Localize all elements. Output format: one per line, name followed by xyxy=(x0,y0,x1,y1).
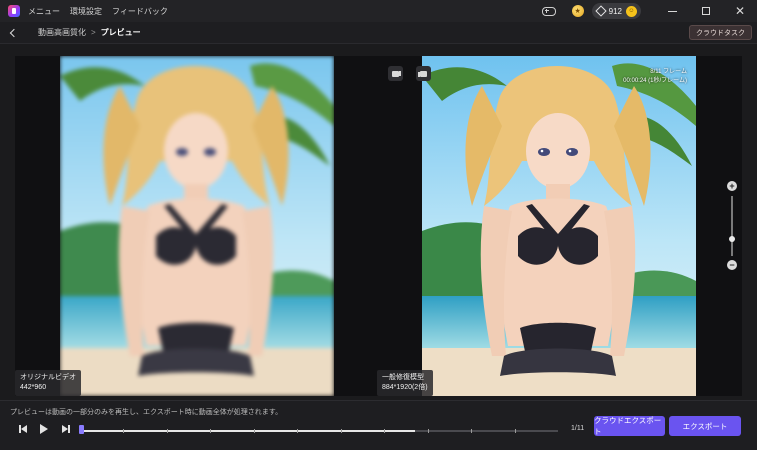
credits-value: 912 xyxy=(608,6,622,16)
page-title: プレビュー xyxy=(100,28,141,37)
timeline-tick xyxy=(210,429,212,433)
original-video-preview xyxy=(60,56,334,396)
next-frame-icon xyxy=(68,425,70,433)
original-resolution: 442*960 xyxy=(20,384,47,391)
avatar: ☺ xyxy=(626,5,637,17)
zoom-in-button[interactable]: + xyxy=(727,181,737,191)
playback-bar: プレビューは動画の一部分のみを再生し、エクスポート時に動画全体が処理されます。 … xyxy=(0,400,757,450)
timeline-tick xyxy=(297,429,299,433)
export-button[interactable]: エクスポート xyxy=(669,416,741,436)
timeline-tick xyxy=(340,429,342,433)
timeline-tick xyxy=(123,429,125,433)
chevron-left-icon xyxy=(9,28,19,37)
play-button[interactable] xyxy=(38,423,50,435)
maximize-button[interactable] xyxy=(689,0,723,22)
enhanced-frame-image xyxy=(422,56,696,396)
enhanced-video-preview xyxy=(422,56,696,396)
gamepad-icon[interactable] xyxy=(541,6,556,16)
thumbs-down-icon xyxy=(392,70,399,77)
back-button[interactable] xyxy=(0,22,24,44)
timeline-tick xyxy=(253,429,255,433)
timeline-playhead[interactable] xyxy=(79,425,84,434)
breadcrumb: 動画高画質化 > プレビュー クラウドタスク xyxy=(0,22,757,44)
original-resolution-tag: オリジナルビデオ 442*960 xyxy=(15,370,81,396)
title-bar-right: ★ 912 ☺ ✕ xyxy=(541,0,757,22)
cloud-task-button[interactable]: クラウドタスク xyxy=(689,25,752,40)
menu-item-menu[interactable]: メニュー xyxy=(28,6,60,17)
breadcrumb-parent[interactable]: 動画高画質化 xyxy=(38,27,86,38)
close-button[interactable]: ✕ xyxy=(723,0,757,22)
timeline-progress xyxy=(80,430,415,432)
thumbs-up-icon xyxy=(418,70,427,77)
previous-frame-button[interactable] xyxy=(17,423,29,435)
timeline-tick xyxy=(166,429,168,433)
enhanced-resolution-tag: 一般修復模型 884*1920(2倍) xyxy=(377,370,433,396)
preview-note: プレビューは動画の一部分のみを再生し、エクスポート時に動画全体が処理されます。 xyxy=(10,409,283,416)
maximize-icon xyxy=(702,7,710,15)
minimize-icon xyxy=(667,10,677,12)
timeline-tick xyxy=(384,429,386,433)
diamond-icon xyxy=(594,5,607,17)
next-frame-button[interactable] xyxy=(60,423,72,435)
timeline-tick xyxy=(427,429,429,433)
original-frame-image xyxy=(60,56,334,396)
zoom-out-button[interactable]: − xyxy=(727,260,737,270)
cloud-export-button[interactable]: クラウドエクスポート xyxy=(594,416,665,436)
menu-item-feedback[interactable]: フィードバック xyxy=(112,6,168,17)
timeline-tick xyxy=(471,429,473,433)
play-icon xyxy=(40,424,48,434)
app-logo-icon xyxy=(8,5,20,17)
frame-counter: 1/11 xyxy=(571,425,585,432)
close-icon: ✕ xyxy=(734,4,746,18)
breadcrumb-separator: > xyxy=(91,28,96,37)
menu-item-settings[interactable]: 環境設定 xyxy=(70,6,102,17)
thumbs-up-button[interactable] xyxy=(416,66,431,81)
frame-timeline[interactable] xyxy=(79,425,558,435)
zoom-control: + − xyxy=(726,180,738,272)
frame-info: 8/11 フレーム 00:00:24 (1秒/フレーム) xyxy=(623,68,687,86)
enhanced-label: 一般修復模型 xyxy=(382,374,424,381)
zoom-slider-handle[interactable] xyxy=(729,236,735,242)
title-bar: メニュー 環境設定 フィードバック ★ 912 ☺ ✕ xyxy=(0,0,757,22)
enhanced-resolution: 884*1920(2倍) xyxy=(382,384,428,391)
frame-info-frames: 8/11 フレーム xyxy=(650,69,687,75)
timeline-tick xyxy=(514,429,516,433)
credits-pill[interactable]: 912 ☺ xyxy=(591,3,641,19)
frame-info-time: 00:00:24 (1秒/フレーム) xyxy=(623,78,687,84)
minimize-button[interactable] xyxy=(655,0,689,22)
thumbs-down-button[interactable] xyxy=(388,66,403,81)
original-label: オリジナルビデオ xyxy=(20,374,76,381)
coin-icon[interactable]: ★ xyxy=(571,5,584,17)
zoom-slider-track[interactable] xyxy=(731,196,733,256)
previous-frame-arrow-icon xyxy=(20,425,27,433)
